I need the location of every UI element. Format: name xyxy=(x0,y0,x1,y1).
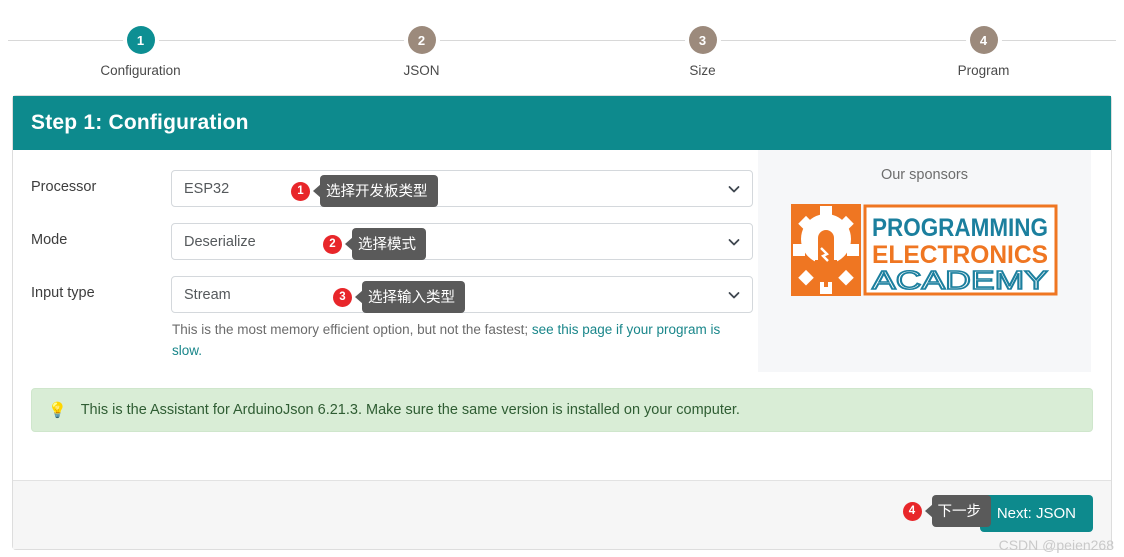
lightbulb-icon: 💡 xyxy=(48,401,67,419)
card-header-title: Step 1: Configuration xyxy=(13,96,1111,150)
configuration-card: Step 1: Configuration Processor ESP32 1 xyxy=(12,95,1112,550)
csdn-watermark: CSDN @peien268 xyxy=(998,537,1114,553)
next-json-button[interactable]: Next: JSON xyxy=(979,495,1093,532)
sponsors-title: Our sponsors xyxy=(880,167,969,183)
input-type-help-text: This is the most memory efficient option… xyxy=(171,320,753,362)
step-item-size[interactable]: 3 Size xyxy=(562,0,843,78)
card-body: Processor ESP32 1 选择开发板类型 Mode Deseriali… xyxy=(13,150,1111,480)
step-label-1: Configuration xyxy=(100,63,181,78)
step-item-program[interactable]: 4 Program xyxy=(843,0,1124,78)
step-label-4: Program xyxy=(957,63,1010,78)
stepper-steps: 1 Configuration 2 JSON 3 Size 4 Program xyxy=(0,0,1124,78)
form-row-input-type: Input type Stream 3 选择输入类型 This is the m… xyxy=(31,276,753,362)
step-item-configuration[interactable]: 1 Configuration xyxy=(0,0,281,78)
logo-line-3: ACADEMY xyxy=(872,265,1048,295)
form-row-processor: Processor ESP32 1 选择开发板类型 xyxy=(31,170,753,207)
field-wrap-processor: ESP32 1 选择开发板类型 xyxy=(171,170,753,207)
field-wrap-mode: Deserialize 2 选择模式 xyxy=(171,223,753,260)
programming-electronics-academy-logo[interactable]: PROGRAMMING ELECTRONICS ACADEMY xyxy=(791,204,1058,296)
version-alert: 💡 This is the Assistant for ArduinoJson … xyxy=(31,388,1093,432)
chevron-down-icon xyxy=(728,289,740,301)
step-label-2: JSON xyxy=(403,63,440,78)
processor-select[interactable]: ESP32 xyxy=(171,170,753,207)
form-row-mode: Mode Deserialize 2 选择模式 xyxy=(31,223,753,260)
processor-select-value: ESP32 xyxy=(184,180,230,197)
annotation-4: 4 下一步 xyxy=(902,495,991,527)
wizard-stepper: 1 Configuration 2 JSON 3 Size 4 Program xyxy=(0,0,1124,90)
label-mode: Mode xyxy=(31,232,68,248)
mode-select-value: Deserialize xyxy=(184,233,256,250)
version-alert-text: This is the Assistant for ArduinoJson 6.… xyxy=(80,402,740,418)
chevron-down-icon xyxy=(728,183,740,195)
chevron-down-icon xyxy=(728,236,740,248)
step-circle-1[interactable]: 1 xyxy=(126,26,155,54)
logo-line-1: PROGRAMMING xyxy=(872,214,1048,242)
input-type-select-value: Stream xyxy=(184,286,231,303)
step-item-json[interactable]: 2 JSON xyxy=(281,0,562,78)
field-wrap-input-type: Stream 3 选择输入类型 This is the most memory … xyxy=(171,276,753,362)
step-label-3: Size xyxy=(689,63,716,78)
annotation-badge-4: 4 xyxy=(902,501,922,521)
help-text-prefix: This is the most memory efficient option… xyxy=(172,322,532,337)
label-processor: Processor xyxy=(31,179,97,195)
card-footer: Next: JSON 4 下一步 xyxy=(13,480,1111,549)
step-circle-3[interactable]: 3 xyxy=(688,26,717,54)
label-input-type: Input type xyxy=(31,285,95,301)
configuration-form: Processor ESP32 1 选择开发板类型 Mode Deseriali… xyxy=(31,170,753,362)
mode-select[interactable]: Deserialize xyxy=(171,223,753,260)
annotation-arrow-4 xyxy=(924,504,933,518)
step-circle-2[interactable]: 2 xyxy=(407,26,436,54)
step-circle-4[interactable]: 4 xyxy=(969,26,998,54)
sponsors-panel: Our sponsors PROGRAMMING ELECTRONICS ACA… xyxy=(758,150,1091,372)
input-type-select[interactable]: Stream xyxy=(171,276,753,313)
